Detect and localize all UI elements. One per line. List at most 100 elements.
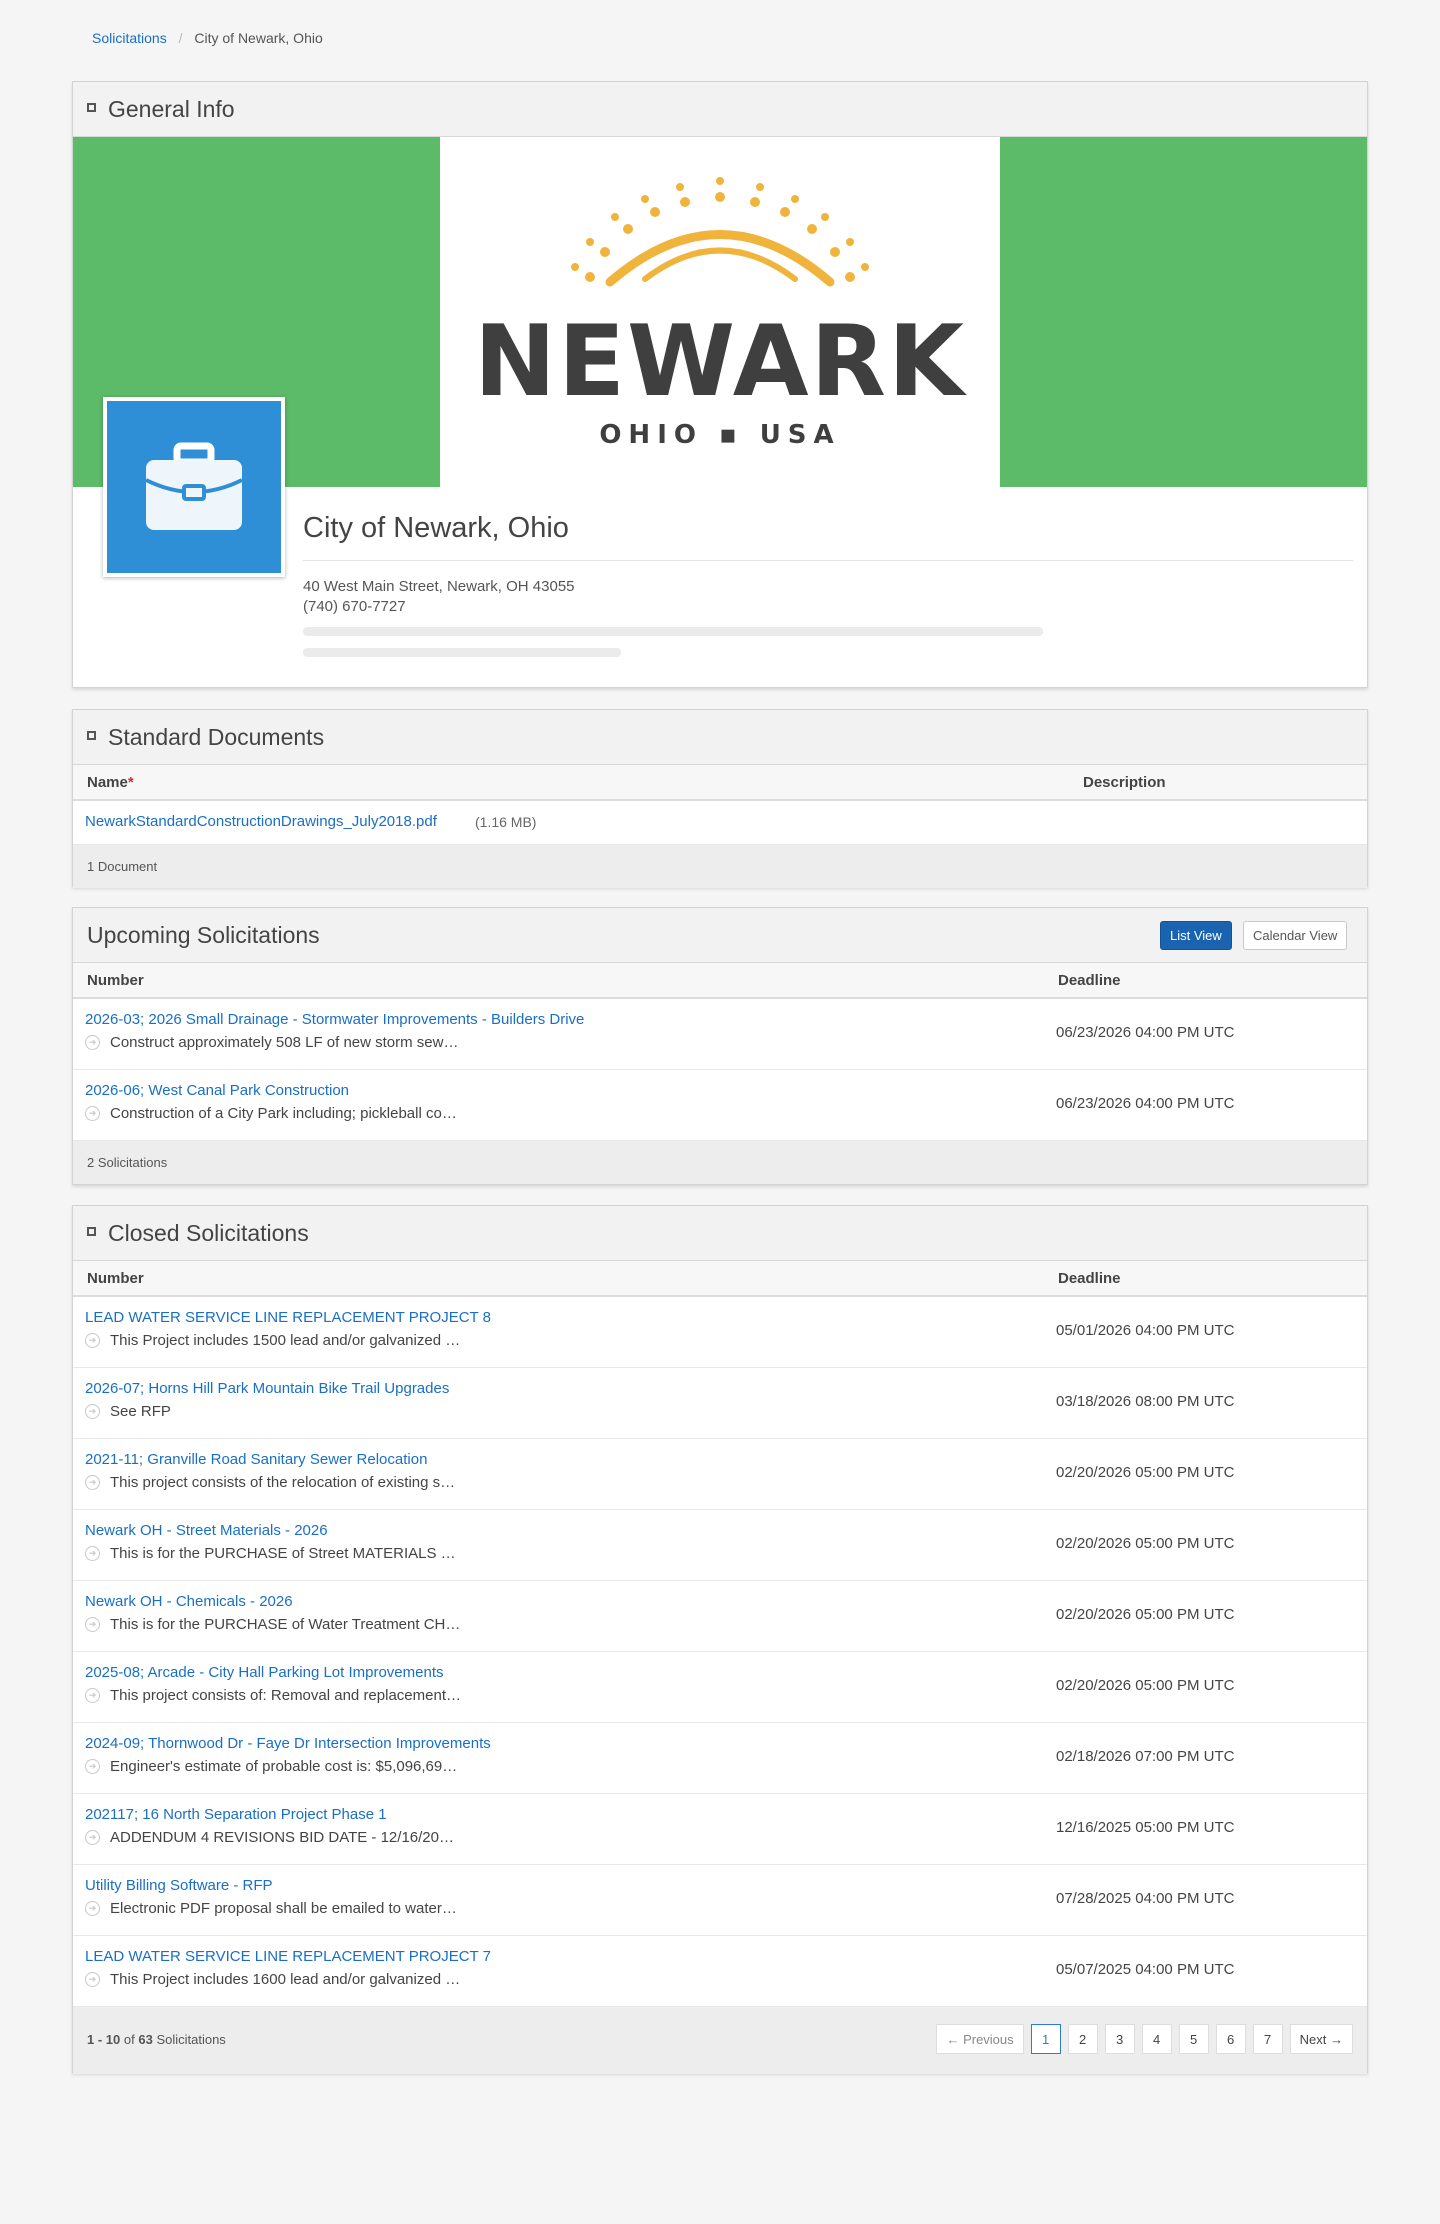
solicitation-deadline: 05/01/2026 04:00 PM UTC bbox=[1056, 1322, 1235, 1339]
closed-solicitations-title: Closed Solicitations bbox=[108, 1219, 309, 1246]
arrow-circle-icon[interactable]: ➔ bbox=[85, 1688, 100, 1703]
org-address: 40 West Main Street, Newark, OH 43055 bbox=[303, 578, 575, 595]
solicitation-link[interactable]: LEAD WATER SERVICE LINE REPLACEMENT PROJ… bbox=[85, 1309, 491, 1326]
standard-documents-header[interactable]: Standard Documents bbox=[73, 710, 1367, 765]
page-button-6[interactable]: 6 bbox=[1215, 2024, 1246, 2054]
collapse-icon[interactable] bbox=[87, 1226, 96, 1236]
standard-documents-title: Standard Documents bbox=[108, 723, 325, 750]
solicitation-link[interactable]: Newark OH - Street Materials - 2026 bbox=[85, 1522, 328, 1539]
table-footer: 2 Solicitations bbox=[73, 1141, 1367, 1184]
document-count: 1 Document bbox=[87, 859, 158, 874]
solicitation-link[interactable]: 2024-09; Thornwood Dr - Faye Dr Intersec… bbox=[85, 1735, 491, 1752]
solicitation-deadline: 05/07/2025 04:00 PM UTC bbox=[1056, 1961, 1235, 1978]
arrow-circle-icon[interactable]: ➔ bbox=[85, 1035, 100, 1050]
solicitation-description: ➔ See RFP bbox=[85, 1403, 171, 1420]
table-footer: 1 - 10 of 63 Solicitations ← Previous 1 2 3… bbox=[73, 2007, 1367, 2074]
upcoming-solicitations-title: Upcoming Solicitations bbox=[87, 921, 320, 948]
table-header: Number Deadline bbox=[73, 963, 1367, 999]
breadcrumb: Solicitations / City of Newark, Ohio bbox=[92, 30, 323, 46]
solicitation-link[interactable]: 2021-11; Granville Road Sanitary Sewer R… bbox=[85, 1451, 427, 1468]
collapse-icon[interactable] bbox=[87, 102, 96, 112]
page-button-5[interactable]: 5 bbox=[1178, 2024, 1209, 2054]
solicitation-link[interactable]: 2025-08; Arcade - City Hall Parking Lot … bbox=[85, 1664, 444, 1681]
table-row: LEAD WATER SERVICE LINE REPLACEMENT PROJ… bbox=[73, 1936, 1367, 2007]
divider bbox=[303, 560, 1353, 561]
calendar-view-button[interactable]: Calendar View bbox=[1243, 921, 1348, 950]
list-view-button[interactable]: List View bbox=[1160, 921, 1232, 950]
col-deadline-header[interactable]: Deadline bbox=[1058, 972, 1121, 989]
standard-documents-panel: Standard Documents Name* Description New… bbox=[72, 709, 1368, 888]
previous-page-button[interactable]: ← Previous bbox=[936, 2024, 1024, 2054]
table-row: Utility Billing Software - RFP ➔ Electroni… bbox=[73, 1865, 1367, 1936]
document-size: (1.16 MB) bbox=[475, 814, 537, 830]
solicitation-deadline: 02/18/2026 07:00 PM UTC bbox=[1056, 1748, 1235, 1765]
arrow-circle-icon[interactable]: ➔ bbox=[85, 1333, 100, 1348]
closed-solicitations-header[interactable]: Closed Solicitations bbox=[73, 1206, 1367, 1261]
solicitation-deadline: 02/20/2026 05:00 PM UTC bbox=[1056, 1606, 1235, 1623]
closed-solicitations-panel: Closed Solicitations Number Deadline LEA… bbox=[72, 1205, 1368, 2074]
logo-wordmark: NEWARK bbox=[474, 305, 966, 419]
breadcrumb-solicitations-link[interactable]: Solicitations bbox=[92, 30, 167, 46]
solicitation-link[interactable]: Utility Billing Software - RFP bbox=[85, 1877, 273, 1894]
solicitation-deadline: 12/16/2025 05:00 PM UTC bbox=[1056, 1819, 1235, 1836]
upcoming-solicitations-panel: Upcoming Solicitations List View Calenda… bbox=[72, 907, 1368, 1185]
general-info-panel: General Info NEWARK OHIO ▪ USA City of N… bbox=[72, 81, 1368, 688]
page-button-4[interactable]: 4 bbox=[1141, 2024, 1172, 2054]
table-row: 2021-11; Granville Road Sanitary Sewer R… bbox=[73, 1439, 1367, 1510]
document-link[interactable]: NewarkStandardConstructionDrawings_July2… bbox=[85, 813, 437, 830]
arrow-circle-icon[interactable]: ➔ bbox=[85, 1546, 100, 1561]
table-row: NewarkStandardConstructionDrawings_July2… bbox=[73, 801, 1367, 845]
org-name: City of Newark, Ohio bbox=[303, 512, 569, 544]
solicitation-description: ➔ Construction of a City Park including; … bbox=[85, 1105, 457, 1122]
solicitation-deadline: 07/28/2025 04:00 PM UTC bbox=[1056, 1890, 1235, 1907]
briefcase-icon bbox=[145, 442, 243, 530]
col-name-header[interactable]: Name* bbox=[87, 774, 134, 791]
solicitation-deadline: 02/20/2026 05:00 PM UTC bbox=[1056, 1677, 1235, 1694]
solicitation-count: 2 Solicitations bbox=[87, 1155, 168, 1170]
next-page-button[interactable]: Next → bbox=[1289, 2024, 1353, 2054]
arrow-circle-icon[interactable]: ➔ bbox=[85, 1901, 100, 1916]
breadcrumb-current: City of Newark, Ohio bbox=[194, 30, 323, 46]
table-footer: 1 Document bbox=[73, 845, 1367, 888]
col-number-header[interactable]: Number bbox=[87, 1270, 144, 1287]
page-button-2[interactable]: 2 bbox=[1067, 2024, 1098, 2054]
collapse-icon[interactable] bbox=[87, 730, 96, 740]
page-button-7[interactable]: 7 bbox=[1252, 2024, 1283, 2054]
sunburst-icon bbox=[571, 177, 869, 287]
solicitation-description: ➔ This Project includes 1500 lead and/or … bbox=[85, 1332, 460, 1349]
arrow-circle-icon[interactable]: ➔ bbox=[85, 1106, 100, 1121]
table-row: Newark OH - Chemicals - 2026 ➔ This is for… bbox=[73, 1581, 1367, 1652]
arrow-circle-icon[interactable]: ➔ bbox=[85, 1617, 100, 1632]
col-number-header[interactable]: Number bbox=[87, 972, 144, 989]
solicitation-description: ➔ ADDENDUM 4 REVISIONS BID DATE - 12/16/2… bbox=[85, 1829, 454, 1846]
arrow-circle-icon[interactable]: ➔ bbox=[85, 1404, 100, 1419]
loading-placeholder bbox=[303, 648, 621, 657]
solicitation-description: ➔ Engineer's estimate of probable cost is… bbox=[85, 1758, 457, 1775]
table-row: 2024-09; Thornwood Dr - Faye Dr Intersec… bbox=[73, 1723, 1367, 1794]
solicitation-link[interactable]: 202117; 16 North Separation Project Phas… bbox=[85, 1806, 387, 1823]
solicitation-description: ➔ This project consists of: Removal and r… bbox=[85, 1687, 461, 1704]
solicitation-deadline: 06/23/2026 04:00 PM UTC bbox=[1056, 1024, 1235, 1041]
table-row: 2025-08; Arcade - City Hall Parking Lot … bbox=[73, 1652, 1367, 1723]
page-button-1[interactable]: 1 bbox=[1030, 2024, 1061, 2054]
arrow-circle-icon[interactable]: ➔ bbox=[85, 1759, 100, 1774]
breadcrumb-separator: / bbox=[178, 30, 183, 46]
solicitation-link[interactable]: LEAD WATER SERVICE LINE REPLACEMENT PROJ… bbox=[85, 1948, 491, 1965]
table-header: Name* Description bbox=[73, 765, 1367, 801]
arrow-circle-icon[interactable]: ➔ bbox=[85, 1972, 100, 1987]
solicitation-description: ➔ Construct approximately 508 LF of new s… bbox=[85, 1034, 458, 1051]
page-button-3[interactable]: 3 bbox=[1104, 2024, 1135, 2054]
solicitation-link[interactable]: Newark OH - Chemicals - 2026 bbox=[85, 1593, 293, 1610]
loading-placeholder bbox=[303, 627, 1043, 636]
table-row: 2026-07; Horns Hill Park Mountain Bike T… bbox=[73, 1368, 1367, 1439]
col-description-header[interactable]: Description bbox=[1083, 774, 1166, 791]
upcoming-solicitations-header: Upcoming Solicitations List View Calenda… bbox=[73, 908, 1367, 963]
solicitation-link[interactable]: 2026-06; West Canal Park Construction bbox=[85, 1082, 349, 1099]
table-row: 2026-06; West Canal Park Construction ➔ Co… bbox=[73, 1070, 1367, 1141]
arrow-circle-icon[interactable]: ➔ bbox=[85, 1475, 100, 1490]
col-deadline-header[interactable]: Deadline bbox=[1058, 1270, 1121, 1287]
solicitation-link[interactable]: 2026-03; 2026 Small Drainage - Stormwate… bbox=[85, 1011, 584, 1028]
general-info-header[interactable]: General Info bbox=[73, 82, 1367, 137]
arrow-circle-icon[interactable]: ➔ bbox=[85, 1830, 100, 1845]
solicitation-link[interactable]: 2026-07; Horns Hill Park Mountain Bike T… bbox=[85, 1380, 449, 1397]
